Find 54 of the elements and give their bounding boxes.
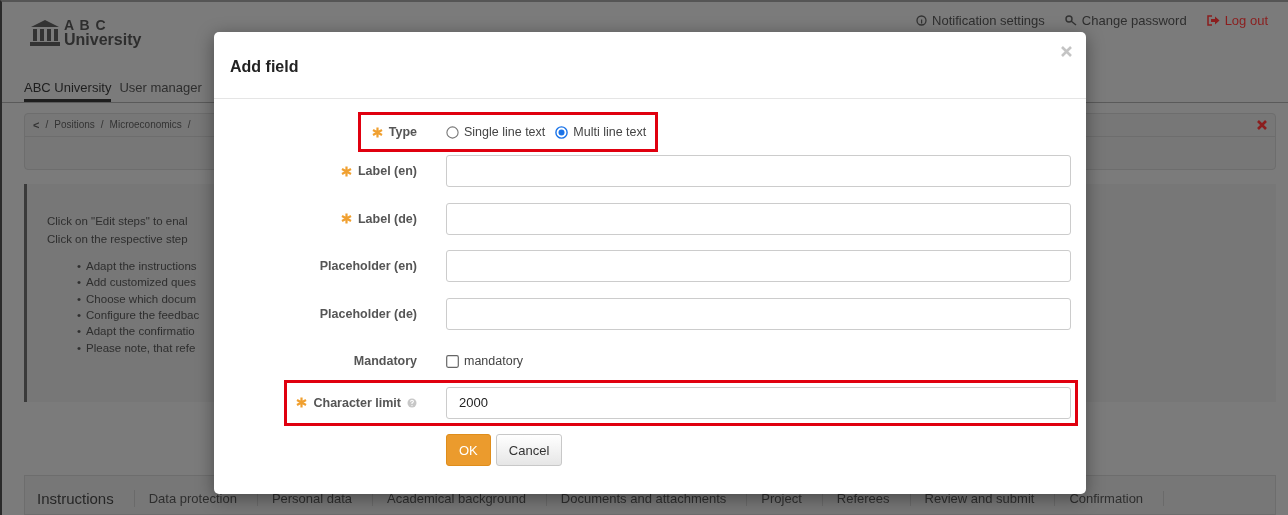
close-icon[interactable] — [1257, 119, 1267, 130]
nav-tab[interactable]: User manager — [119, 79, 202, 102]
info-text: Click on "Edit steps" to enal — [47, 214, 188, 230]
header-link[interactable]: Change password — [1064, 13, 1187, 28]
ok-button[interactable]: OK — [446, 434, 491, 466]
info-bullet: Adapt the instructions — [86, 259, 197, 275]
info-circle-icon — [916, 15, 928, 26]
logo-text: University — [64, 32, 142, 48]
nav-tab[interactable]: ABC University — [24, 79, 112, 102]
field-label: Label (en) — [357, 164, 417, 178]
info-text: Click on the respective step — [47, 232, 188, 248]
radio-option[interactable]: Single line text — [446, 125, 546, 139]
radio-button[interactable] — [446, 125, 459, 139]
bullet-mark: • — [77, 307, 82, 323]
info-bullet: Add customized ques — [86, 275, 196, 291]
header-link[interactable]: Log out — [1206, 13, 1268, 28]
bullet-mark: • — [77, 259, 82, 275]
building-icon — [30, 19, 60, 47]
radio-option[interactable]: Multi line text — [555, 125, 647, 139]
field-label: Label (de) — [357, 211, 417, 226]
info-bullet: Adapt the confirmatio — [86, 324, 195, 340]
text-field[interactable]: 2000 — [446, 386, 1071, 419]
dialog-title: Add field — [230, 58, 299, 76]
bullet-mark: • — [77, 291, 82, 307]
checkbox-option[interactable]: mandatory — [446, 354, 524, 368]
help-icon[interactable] — [407, 397, 417, 408]
field-label: Placeholder (en) — [319, 259, 417, 273]
field-label: Character limit — [313, 395, 401, 410]
back-link[interactable]: < — [33, 118, 40, 131]
checkbox[interactable] — [446, 354, 459, 368]
logout-icon — [1206, 15, 1220, 26]
breadcrumb-separator: / — [45, 119, 49, 131]
text-field[interactable] — [446, 250, 1071, 282]
field-label: Placeholder (de) — [319, 306, 417, 321]
text-field[interactable] — [446, 297, 1071, 330]
info-bullet: Please note, that refe — [86, 340, 196, 356]
bullet-mark: • — [77, 340, 82, 356]
logo-text: A B C — [64, 18, 108, 32]
bullet-mark: • — [77, 275, 82, 291]
breadcrumb-link[interactable]: Microeconomics — [109, 119, 182, 131]
field-label: Mandatory — [353, 354, 417, 368]
breadcrumb-link[interactable]: Positions — [54, 119, 95, 131]
text-field[interactable] — [446, 202, 1071, 235]
breadcrumb-separator: / — [100, 119, 104, 131]
field-label: Type — [388, 125, 417, 139]
text-field[interactable] — [446, 155, 1071, 187]
radio-button[interactable] — [555, 125, 569, 139]
step-tab[interactable]: Instructions — [25, 489, 135, 507]
breadcrumb-separator: / — [187, 119, 191, 131]
header-link[interactable]: Notification settings — [916, 13, 1045, 28]
info-bullet: Configure the feedbac — [86, 307, 200, 323]
info-bullet: Choose which docum — [86, 291, 196, 307]
bullet-mark: • — [77, 324, 82, 340]
cancel-button[interactable]: Cancel — [495, 434, 563, 466]
